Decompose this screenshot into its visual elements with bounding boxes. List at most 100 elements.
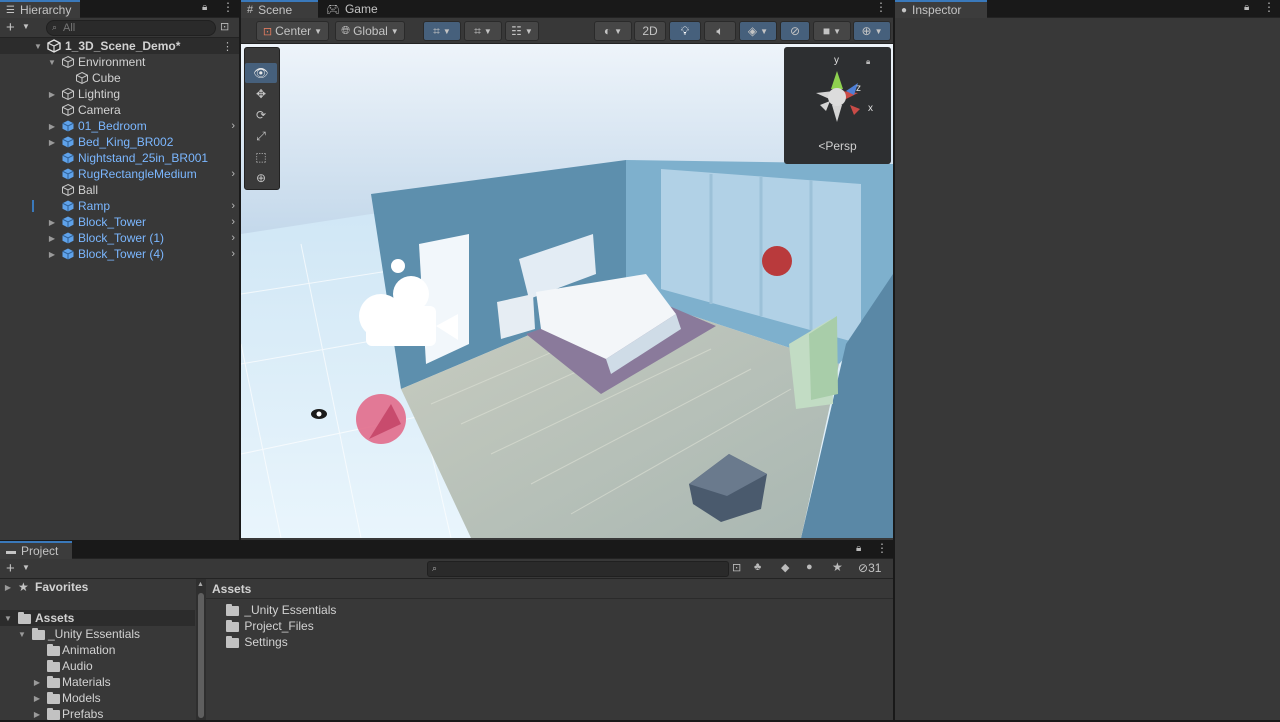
align-button[interactable]: ☷ ▼: [505, 21, 539, 41]
tab-hierarchy[interactable]: ☰ Hierarchy: [0, 0, 80, 18]
tree-row-environment[interactable]: ▼ Environment: [0, 54, 239, 70]
asset-folder-project-files[interactable]: Project_Files: [226, 619, 314, 633]
project-search-input[interactable]: ⌕: [427, 561, 729, 577]
tree-folder-animation[interactable]: Animation: [0, 642, 195, 658]
more-options-icon[interactable]: ⋮: [875, 0, 887, 14]
increment-snap-button[interactable]: ⌗ ▼: [464, 21, 502, 41]
gizmos-button[interactable]: ⊕ ▼: [853, 21, 891, 41]
folder-label: Materials: [62, 675, 111, 689]
tab-scene[interactable]: # Scene: [241, 0, 318, 18]
filter-label-icon[interactable]: ◆: [781, 561, 789, 574]
open-prefab-chevron-icon[interactable]: ›: [231, 216, 235, 228]
collapse-arrow-icon[interactable]: ▶: [3, 583, 13, 592]
scale-tool-button[interactable]: ⤢: [245, 126, 277, 146]
gameobject-icon: [75, 71, 89, 85]
tree-row-cube[interactable]: Cube: [0, 70, 239, 86]
tree-row-bed[interactable]: ▶ Bed_King_BR002: [0, 134, 239, 150]
lighting-toggle-button[interactable]: 💡︎: [669, 21, 701, 41]
orientation-gizmo[interactable]: y z x 🔒︎ <Persp: [784, 47, 891, 164]
lock-icon[interactable]: 🔒︎: [856, 543, 861, 554]
hidden-eye-icon: ⊘: [858, 561, 869, 575]
more-options-icon[interactable]: ⋮: [1263, 0, 1275, 14]
more-options-icon[interactable]: ⋮: [876, 541, 888, 555]
collapse-arrow-icon[interactable]: ▶: [47, 90, 57, 99]
tree-folder-audio[interactable]: Audio: [0, 658, 195, 674]
collapse-arrow-icon[interactable]: ▶: [47, 234, 57, 243]
expand-arrow-icon[interactable]: ▼: [3, 614, 13, 623]
favorite-star-icon[interactable]: ★: [832, 560, 843, 574]
asset-folder-unity-essentials[interactable]: _Unity Essentials: [226, 603, 336, 617]
collapse-arrow-icon[interactable]: ▶: [32, 710, 42, 719]
expand-arrow-icon[interactable]: ▼: [47, 58, 57, 67]
asset-folder-settings[interactable]: Settings: [226, 635, 288, 649]
tab-game[interactable]: 🎮︎ Game: [320, 0, 390, 18]
grid-snap-button[interactable]: ⌗ ▼: [423, 21, 461, 41]
expand-arrow-icon[interactable]: ▼: [17, 630, 27, 639]
filter-type-icon[interactable]: ♣: [754, 561, 761, 573]
breadcrumb-assets[interactable]: Assets: [212, 582, 251, 596]
open-prefab-chevron-icon[interactable]: ›: [231, 248, 235, 260]
tree-folder-materials[interactable]: ▶ Materials: [0, 674, 195, 690]
tree-row-bedroom[interactable]: ▶ 01_Bedroom ›: [0, 118, 239, 134]
search-input[interactable]: ⌕ All: [46, 20, 216, 36]
collapse-arrow-icon[interactable]: ▶: [47, 218, 57, 227]
open-prefab-chevron-icon[interactable]: ›: [231, 232, 235, 244]
tab-project[interactable]: ▬ Project: [0, 541, 72, 559]
2d-toggle-button[interactable]: 2D: [634, 21, 666, 41]
add-asset-button[interactable]: +: [6, 560, 15, 577]
hidden-packages-toggle[interactable]: ⊘31: [858, 561, 881, 575]
collapse-arrow-icon[interactable]: ▶: [32, 694, 42, 703]
tree-scrollbar[interactable]: ▲: [196, 579, 206, 720]
collapse-arrow-icon[interactable]: ▶: [47, 138, 57, 147]
scene-menu-icon[interactable]: ⋮: [222, 40, 233, 53]
dropdown-arrow-icon[interactable]: ▼: [22, 563, 30, 572]
tree-row-nightstand[interactable]: Nightstand_25in_BR001: [0, 150, 239, 166]
tree-row-camera[interactable]: Camera: [0, 102, 239, 118]
lock-icon[interactable]: 🔒︎: [1244, 2, 1249, 13]
lock-icon[interactable]: 🔒︎: [202, 2, 207, 13]
more-options-icon[interactable]: ⋮: [222, 0, 234, 14]
draw-mode-button[interactable]: ◐ ▼: [594, 21, 632, 41]
search-options-icon[interactable]: ⊡: [220, 20, 229, 33]
collapse-arrow-icon[interactable]: ▶: [32, 678, 42, 687]
tree-row-lighting[interactable]: ▶ Lighting: [0, 86, 239, 102]
tree-row-block-tower-1[interactable]: ▶ Block_Tower (1) ›: [0, 230, 239, 246]
search-options-icon[interactable]: ⊡: [732, 561, 741, 574]
move-tool-button[interactable]: ✥: [245, 84, 277, 104]
tree-folder-unity-essentials[interactable]: ▼ _Unity Essentials: [0, 626, 195, 642]
scrollbar-thumb[interactable]: [198, 593, 204, 718]
collapse-arrow-icon[interactable]: ▶: [47, 250, 57, 259]
audio-toggle-button[interactable]: 🔈︎: [704, 21, 736, 41]
lock-icon[interactable]: 🔒︎: [866, 57, 870, 67]
search-icon: ⌕: [432, 563, 438, 573]
open-prefab-chevron-icon[interactable]: ›: [231, 168, 235, 180]
pivot-dropdown[interactable]: ⊡ Center ▼: [256, 21, 329, 41]
tree-row-ball[interactable]: Ball: [0, 182, 239, 198]
tree-row-block-tower[interactable]: ▶ Block_Tower ›: [0, 214, 239, 230]
tree-row-ramp[interactable]: Ramp ›: [0, 198, 239, 214]
scroll-up-icon[interactable]: ▲: [197, 581, 204, 588]
add-button[interactable]: +: [6, 19, 15, 36]
scene-visibility-button[interactable]: ⊘: [780, 21, 810, 41]
open-prefab-chevron-icon[interactable]: ›: [231, 200, 235, 212]
rotate-tool-button[interactable]: ⟳: [245, 105, 277, 125]
effects-button[interactable]: ◈ ▼: [739, 21, 777, 41]
space-dropdown[interactable]: 🌐︎ Global ▼: [335, 21, 405, 41]
tree-folder-models[interactable]: ▶ Models: [0, 690, 195, 706]
favorites-row[interactable]: ▶ ★ Favorites: [0, 579, 195, 595]
tree-row-block-tower-4[interactable]: ▶ Block_Tower (4) ›: [0, 246, 239, 262]
dropdown-arrow-icon[interactable]: ▼: [22, 22, 30, 31]
camera-settings-button[interactable]: ■ ▼: [813, 21, 851, 41]
collapse-arrow-icon[interactable]: ▶: [47, 122, 57, 131]
assets-root-row[interactable]: ▼ Assets: [0, 610, 195, 626]
transform-tool-button[interactable]: ⊕: [245, 168, 277, 188]
warning-icon[interactable]: ●: [806, 561, 813, 573]
tab-inspector[interactable]: ● Inspector: [895, 0, 987, 18]
tree-row-scene[interactable]: ▼ 1_3D_Scene_Demo* ⋮: [0, 38, 239, 54]
perspective-toggle[interactable]: <Persp: [784, 139, 891, 153]
view-tool-button[interactable]: 👁︎: [245, 63, 277, 83]
open-prefab-chevron-icon[interactable]: ›: [231, 120, 235, 132]
expand-arrow-icon[interactable]: ▼: [33, 42, 43, 51]
rect-tool-button[interactable]: ⬚: [245, 147, 277, 167]
tree-row-rug[interactable]: RugRectangleMedium ›: [0, 166, 239, 182]
